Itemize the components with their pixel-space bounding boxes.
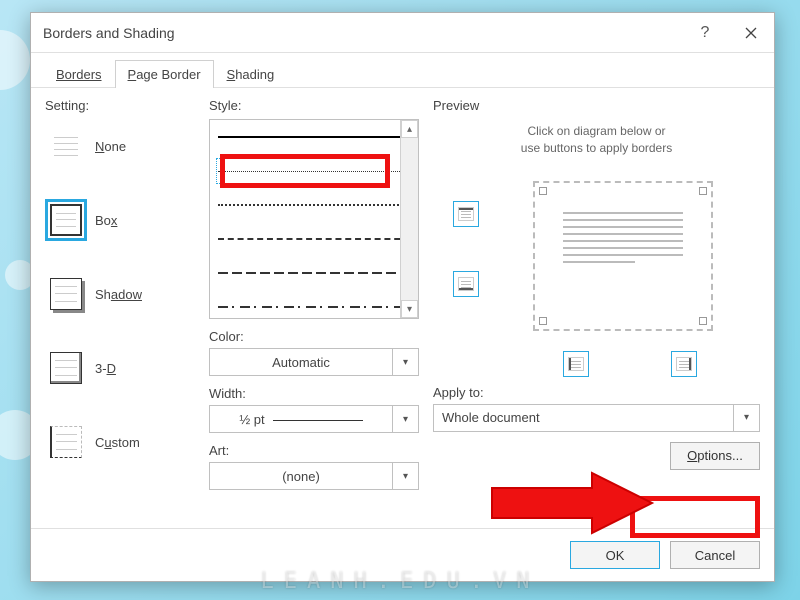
chevron-down-icon: ▾: [392, 349, 418, 375]
setting-none-icon: [45, 125, 87, 167]
setting-shadow[interactable]: Shadow: [45, 273, 195, 315]
border-left-button[interactable]: [563, 351, 589, 377]
preview-column: Preview Click on diagram below oruse but…: [433, 98, 760, 514]
chevron-down-icon: ▾: [733, 405, 759, 431]
chevron-down-icon: ▾: [392, 406, 418, 432]
style-dashed-long[interactable]: [210, 256, 418, 290]
setting-custom-icon: [45, 421, 87, 463]
annotation-style-highlight: [220, 154, 390, 188]
style-scrollbar[interactable]: ▴ ▾: [400, 120, 418, 318]
apply-to-field: Apply to: Whole document ▾: [433, 385, 760, 432]
scroll-down-icon[interactable]: ▾: [401, 300, 418, 318]
setting-none[interactable]: None: [45, 125, 195, 167]
setting-box[interactable]: Box: [45, 199, 195, 241]
width-field: Width: ½ pt ▾: [209, 386, 419, 433]
preview-area: [433, 171, 760, 381]
style-column: Style: ▴ ▾ Color: Automatic: [209, 98, 419, 514]
color-heading: Color:: [209, 329, 419, 344]
width-dropdown[interactable]: ½ pt ▾: [209, 405, 419, 433]
title-bar: Borders and Shading ?: [31, 13, 774, 53]
style-dash-dot[interactable]: [210, 290, 418, 319]
setting-shadow-icon: [45, 273, 87, 315]
apply-to-dropdown[interactable]: Whole document ▾: [433, 404, 760, 432]
close-icon: [745, 27, 757, 39]
style-listbox[interactable]: ▴ ▾: [209, 119, 419, 319]
options-button[interactable]: Options...: [670, 442, 760, 470]
preview-page[interactable]: [533, 181, 713, 331]
width-heading: Width:: [209, 386, 419, 401]
cancel-button[interactable]: Cancel: [670, 541, 760, 569]
art-field: Art: (none) ▾: [209, 443, 419, 490]
tab-strip: Borders Page Border Shading: [31, 53, 774, 88]
tab-shading[interactable]: Shading: [214, 60, 288, 88]
setting-column: Setting: None Box: [45, 98, 195, 514]
tab-page-border[interactable]: Page Border: [115, 60, 214, 88]
setting-box-icon: [45, 199, 87, 241]
scroll-up-icon[interactable]: ▴: [401, 120, 418, 138]
color-field: Color: Automatic ▾: [209, 329, 419, 376]
close-button[interactable]: [728, 13, 774, 53]
border-bottom-button[interactable]: [453, 271, 479, 297]
preview-hint: Click on diagram below oruse buttons to …: [433, 123, 760, 157]
art-heading: Art:: [209, 443, 419, 458]
dialog-title: Borders and Shading: [43, 25, 175, 41]
help-button[interactable]: ?: [682, 13, 728, 53]
annotation-options-highlight: [630, 496, 760, 538]
setting-heading: Setting:: [45, 98, 195, 113]
setting-custom[interactable]: Custom: [45, 421, 195, 463]
color-dropdown[interactable]: Automatic ▾: [209, 348, 419, 376]
borders-shading-dialog: Borders and Shading ? Borders Page Borde…: [30, 12, 775, 582]
border-top-button[interactable]: [453, 201, 479, 227]
style-solid[interactable]: [210, 120, 418, 154]
ok-button[interactable]: OK: [570, 541, 660, 569]
tab-borders[interactable]: Borders: [43, 60, 115, 88]
style-dotted[interactable]: [210, 188, 418, 222]
setting-3d[interactable]: 3-D: [45, 347, 195, 389]
chevron-down-icon: ▾: [392, 463, 418, 489]
border-right-button[interactable]: [671, 351, 697, 377]
watermark: LEANH.EDU.VN: [0, 569, 800, 594]
style-dashed-short[interactable]: [210, 222, 418, 256]
style-heading: Style:: [209, 98, 419, 113]
art-dropdown[interactable]: (none) ▾: [209, 462, 419, 490]
setting-3d-icon: [45, 347, 87, 389]
preview-heading: Preview: [433, 98, 760, 113]
